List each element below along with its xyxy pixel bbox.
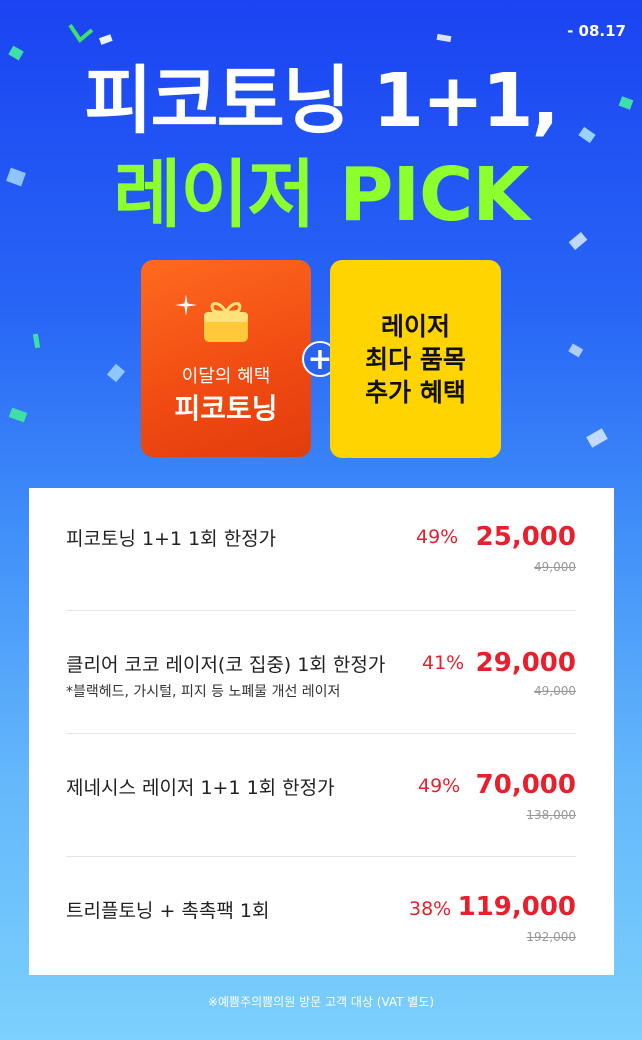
- price-list-panel: 피코토닝 1+1 1회 한정가 49% 25,000 49,000 클리어 코코…: [29, 488, 614, 975]
- original-price: 49,000: [534, 560, 576, 574]
- promo-card-laser: 레이저 최다 품목 추가 혜택: [330, 260, 501, 458]
- promo-laser-line3: 추가 혜택: [365, 378, 466, 407]
- sparkle-icon: [175, 294, 197, 316]
- promo-laser-line1: 레이저: [380, 312, 450, 341]
- original-price: 192,000: [526, 930, 576, 944]
- item-note: *블랙헤드, 가시털, 피지 등 노폐물 개선 레이저: [66, 684, 341, 700]
- item-name: 클리어 코코 레이저(코 집중) 1회 한정가: [66, 654, 386, 676]
- item-name: 트리플토닝 + 촉촉팩 1회: [66, 900, 270, 922]
- footnote: ※예쁨주의쁨의원 방문 고객 대상 (VAT 별도): [207, 995, 435, 1009]
- event-date: - 08.17: [567, 22, 626, 40]
- discount-rate: 49%: [416, 526, 459, 548]
- gift-icon: [204, 302, 248, 342]
- discount-rate: 38%: [409, 898, 452, 920]
- discount-rate: 49%: [418, 775, 461, 797]
- original-price: 138,000: [526, 808, 576, 822]
- headline-line1: 피코토닝 1+1,: [84, 58, 559, 144]
- promo-card-subtitle: 이달의 혜택: [181, 366, 271, 387]
- original-price: 49,000: [534, 684, 576, 698]
- sale-price: 119,000: [457, 892, 576, 922]
- row-divider: [66, 856, 576, 857]
- promo-card-monthly: 이달의 혜택 피코토닝: [141, 260, 311, 457]
- headline-line2: 레이저 PICK: [113, 152, 529, 238]
- row-divider: [66, 733, 576, 734]
- discount-rate: 41%: [422, 652, 465, 674]
- promo-laser-line2: 최다 품목: [365, 345, 466, 374]
- sale-price: 29,000: [475, 648, 576, 678]
- row-divider: [66, 610, 576, 611]
- sale-price: 70,000: [475, 770, 576, 800]
- sale-price: 25,000: [475, 522, 576, 552]
- item-name: 제네시스 레이저 1+1 1회 한정가: [66, 777, 335, 799]
- promo-card-title: 피코토닝: [174, 392, 278, 425]
- item-name: 피코토닝 1+1 1회 한정가: [66, 528, 277, 550]
